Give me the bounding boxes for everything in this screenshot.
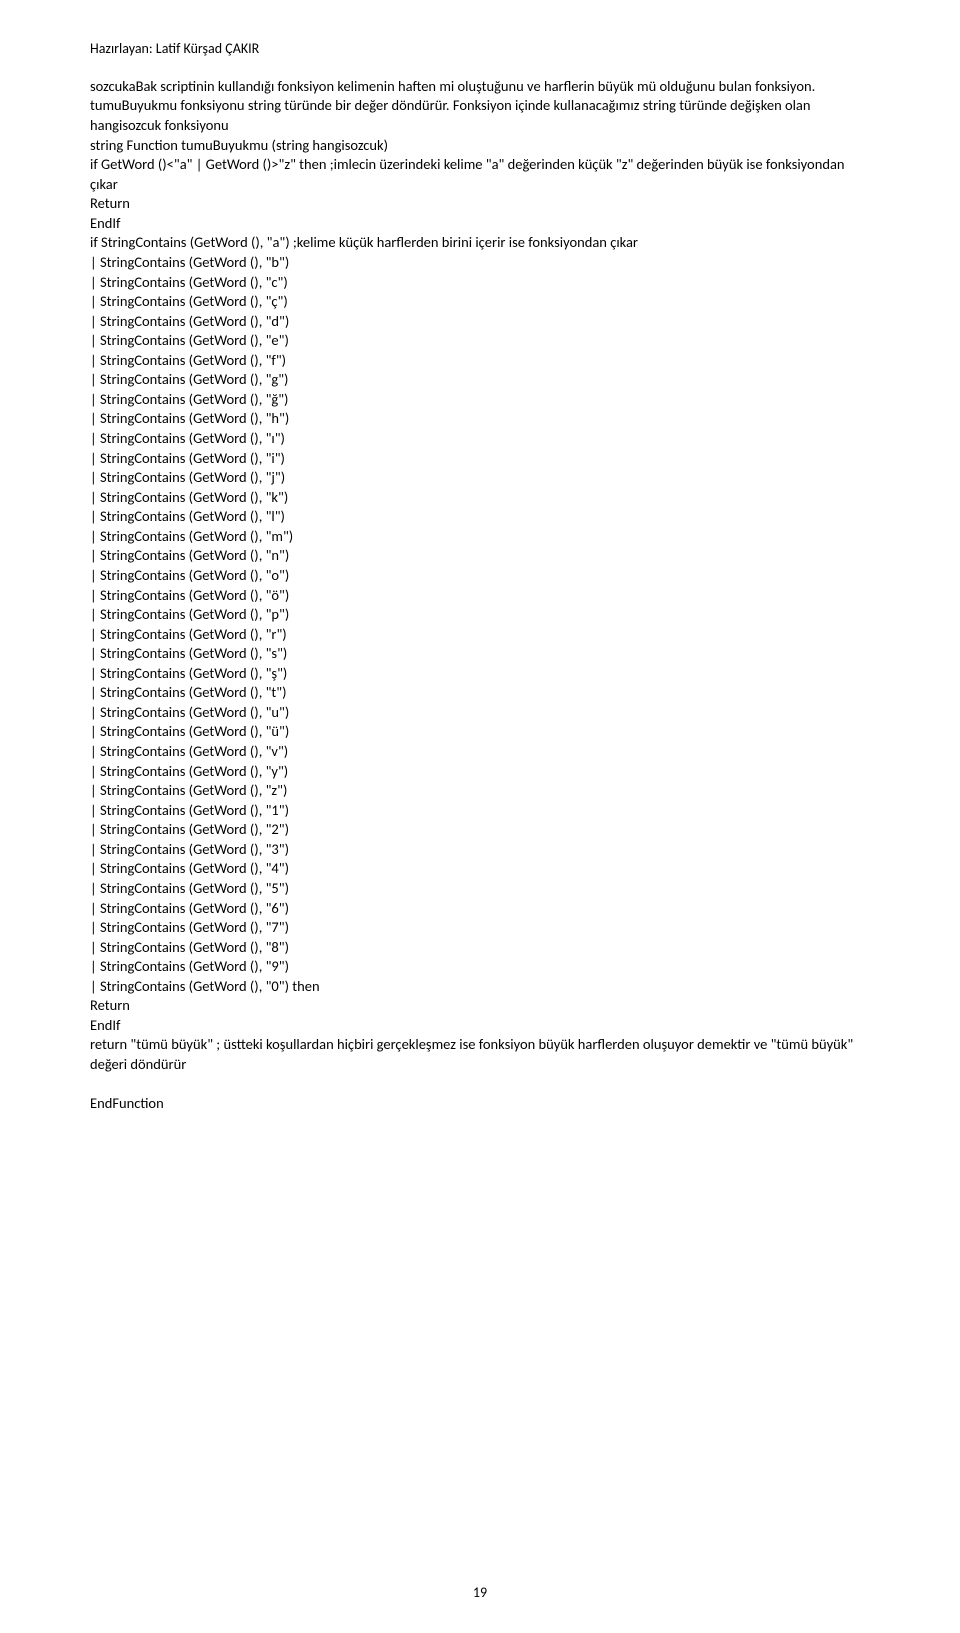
- code-line: | StringContains (GetWord (), "p"): [90, 605, 870, 625]
- code-line: EndFunction: [90, 1094, 870, 1114]
- intro-paragraph: sozcukaBak scriptinin kullandığı fonksiy…: [90, 77, 870, 136]
- code-line: | StringContains (GetWord (), "6"): [90, 899, 870, 919]
- code-line: | StringContains (GetWord (), "4"): [90, 859, 870, 879]
- code-line: | StringContains (GetWord (), "2"): [90, 820, 870, 840]
- code-line: EndIf: [90, 1016, 870, 1036]
- code-line: EndIf: [90, 214, 870, 234]
- code-line: | StringContains (GetWord (), "ğ"): [90, 390, 870, 410]
- code-line: | StringContains (GetWord (), "1"): [90, 801, 870, 821]
- code-line: | StringContains (GetWord (), "o"): [90, 566, 870, 586]
- code-line: | StringContains (GetWord (), "ü"): [90, 722, 870, 742]
- page-number: 19: [0, 1584, 960, 1603]
- code-line: | StringContains (GetWord (), "7"): [90, 918, 870, 938]
- code-line: | StringContains (GetWord (), "y"): [90, 762, 870, 782]
- code-line: if GetWord ()<"a" | GetWord ()>"z" then …: [90, 155, 870, 194]
- code-line: | StringContains (GetWord (), "b"): [90, 253, 870, 273]
- code-line: | StringContains (GetWord (), "e"): [90, 331, 870, 351]
- code-line: string Function tumuBuyukmu (string hang…: [90, 136, 870, 156]
- code-line: [90, 1075, 870, 1095]
- code-line: | StringContains (GetWord (), "l"): [90, 507, 870, 527]
- code-line: | StringContains (GetWord (), "m"): [90, 527, 870, 547]
- code-line: | StringContains (GetWord (), "ş"): [90, 664, 870, 684]
- code-line: | StringContains (GetWord (), "r"): [90, 625, 870, 645]
- code-line: | StringContains (GetWord (), "s"): [90, 644, 870, 664]
- code-line: | StringContains (GetWord (), "f"): [90, 351, 870, 371]
- code-line: | StringContains (GetWord (), "t"): [90, 683, 870, 703]
- code-line: | StringContains (GetWord (), "j"): [90, 468, 870, 488]
- document-page: Hazırlayan: Latif Kürşad ÇAKIR sozcukaBa…: [0, 0, 960, 1633]
- code-line: | StringContains (GetWord (), "z"): [90, 781, 870, 801]
- code-line: | StringContains (GetWord (), "i"): [90, 449, 870, 469]
- code-line: | StringContains (GetWord (), "v"): [90, 742, 870, 762]
- code-line: | StringContains (GetWord (), "ö"): [90, 586, 870, 606]
- code-line: | StringContains (GetWord (), "5"): [90, 879, 870, 899]
- code-line: Return: [90, 194, 870, 214]
- code-body: string Function tumuBuyukmu (string hang…: [90, 136, 870, 1114]
- code-line: | StringContains (GetWord (), "n"): [90, 546, 870, 566]
- code-line: | StringContains (GetWord (), "ı"): [90, 429, 870, 449]
- code-line: | StringContains (GetWord (), "ç"): [90, 292, 870, 312]
- code-line: if StringContains (GetWord (), "a") ;kel…: [90, 233, 870, 253]
- code-line: | StringContains (GetWord (), "8"): [90, 938, 870, 958]
- document-header: Hazırlayan: Latif Kürşad ÇAKIR: [90, 40, 870, 59]
- code-line: | StringContains (GetWord (), "g"): [90, 370, 870, 390]
- code-line: | StringContains (GetWord (), "c"): [90, 273, 870, 293]
- code-line: | StringContains (GetWord (), "0") then: [90, 977, 870, 997]
- code-line: | StringContains (GetWord (), "3"): [90, 840, 870, 860]
- code-line: | StringContains (GetWord (), "9"): [90, 957, 870, 977]
- code-line: | StringContains (GetWord (), "k"): [90, 488, 870, 508]
- code-line: | StringContains (GetWord (), "d"): [90, 312, 870, 332]
- code-line: return "tümü büyük" ; üstteki koşullarda…: [90, 1035, 870, 1074]
- code-line: Return: [90, 996, 870, 1016]
- code-line: | StringContains (GetWord (), "h"): [90, 409, 870, 429]
- code-line: | StringContains (GetWord (), "u"): [90, 703, 870, 723]
